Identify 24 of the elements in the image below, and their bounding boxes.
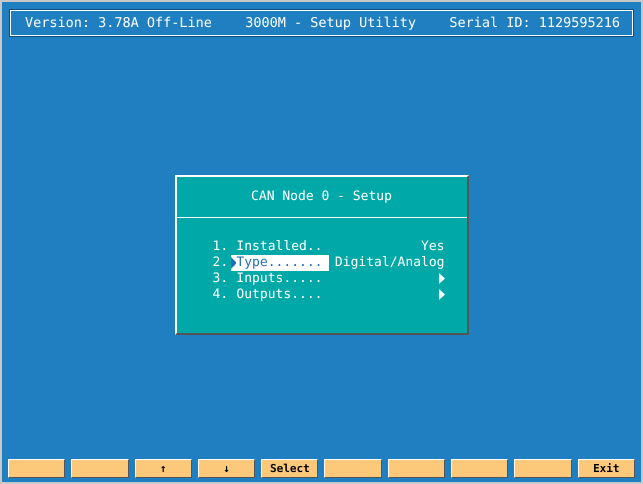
function-key[interactable]: ↓ — [198, 459, 256, 478]
submenu-arrow-icon — [438, 273, 444, 284]
function-key[interactable] — [451, 459, 508, 478]
item-number: 3. — [212, 270, 230, 286]
submenu-arrow-icon — [438, 289, 444, 300]
function-key[interactable]: ↑ — [134, 459, 192, 478]
item-number: 1. — [212, 238, 230, 254]
function-key[interactable] — [8, 459, 66, 478]
menu-item[interactable]: Type....... — [230, 254, 328, 270]
function-key[interactable] — [388, 459, 446, 478]
function-key[interactable] — [71, 459, 129, 478]
item-value: Digital/Analog — [334, 254, 444, 270]
dialog-title: CAN Node 0 - Setup — [250, 188, 393, 206]
cursor-icon — [230, 256, 236, 268]
app-title: 3000M - Setup Utility — [245, 15, 416, 31]
function-key[interactable]: Select — [261, 459, 318, 478]
function-key[interactable]: Exit — [578, 459, 635, 478]
version-text: Version: 3.78A Off-Line — [25, 15, 212, 31]
item-value: Yes — [421, 238, 444, 254]
item-number: 4. — [212, 286, 230, 302]
function-key[interactable] — [324, 459, 382, 478]
function-key[interactable] — [514, 459, 572, 478]
serial-id-text: Serial ID: 1129595216 — [449, 15, 620, 31]
item-number: 2. — [212, 254, 230, 270]
